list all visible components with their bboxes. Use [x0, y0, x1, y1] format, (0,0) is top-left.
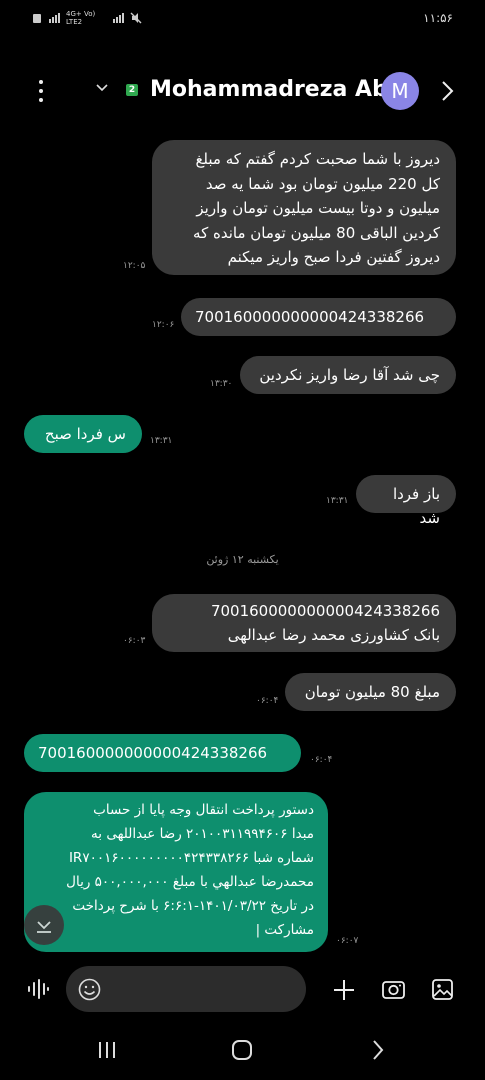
sim-badge: 2 [126, 84, 138, 96]
message-time: ۰۶:۰۳ [123, 636, 146, 646]
scroll-to-bottom-button[interactable] [24, 905, 64, 945]
mute-icon [130, 12, 142, 24]
message-time: ۱۳:۳۰ [210, 379, 233, 389]
message-time: ۱۳:۳۱ [326, 496, 349, 506]
chevron-down-icon[interactable] [96, 82, 108, 94]
emoji-icon[interactable] [78, 978, 101, 1001]
more-options-icon[interactable] [36, 80, 46, 102]
message-bubble-outgoing[interactable]: س فردا صبح [24, 415, 142, 453]
message-bubble-incoming[interactable]: چی شد آقا رضا واریز نکردین [240, 356, 456, 394]
chevron-right-icon[interactable] [437, 79, 457, 103]
date-separator: یکشنبه ۱۲ ژوئن [206, 553, 279, 566]
message-time: ۱۲:۰۶ [152, 320, 175, 330]
plus-icon[interactable] [332, 978, 356, 1002]
message-bubble-outgoing[interactable]: 700160000000000424338266 [24, 734, 301, 772]
message-input[interactable] [66, 966, 306, 1012]
signal-icon [49, 13, 60, 23]
home-icon[interactable] [231, 1039, 253, 1061]
message-bubble-incoming[interactable]: باز فردا شد [356, 475, 456, 527]
message-time: ۱۲:۰۵ [123, 261, 146, 271]
gallery-icon[interactable] [431, 978, 454, 1001]
signal-icon-2 [113, 13, 124, 23]
system-navigation-bar [0, 1030, 485, 1080]
message-bubble-outgoing[interactable]: دستور پرداخت انتقال وجه پایا از حساب مبد… [24, 792, 328, 952]
recent-apps-icon[interactable] [96, 1040, 118, 1060]
network-label: 4G+ Vo) LTE2 [66, 10, 96, 26]
camera-icon[interactable] [381, 978, 406, 1001]
voice-recorder-icon[interactable] [26, 978, 50, 1000]
clock: ۱۱:۵۶ [423, 11, 453, 25]
message-bubble-incoming[interactable]: 700160000000000424338266 بانک کشاورزی مح… [152, 594, 456, 652]
message-time: ۰۶:۰۴ [310, 755, 333, 765]
message-time: ۱۳:۳۱ [150, 436, 173, 446]
battery-saver-icon [33, 14, 41, 23]
contact-name[interactable]: Mohammadreza Ab [150, 77, 388, 102]
message-time: ۰۶:۰۴ [256, 696, 279, 706]
status-icons: 4G+ Vo) LTE2 [32, 10, 142, 26]
message-bubble-incoming[interactable]: مبلغ 80 میلیون تومان [285, 673, 456, 711]
message-bubble-incoming[interactable]: 700160000000000424338266 [181, 298, 456, 336]
arrow-down-icon [37, 921, 51, 933]
back-icon[interactable] [370, 1039, 386, 1061]
message-bubble-incoming[interactable]: دیروز با شما صحبت کردم گفتم که مبلغ کل 2… [152, 140, 456, 275]
avatar[interactable]: M [381, 72, 419, 110]
message-time: ۰۶:۰۷ [336, 936, 359, 946]
